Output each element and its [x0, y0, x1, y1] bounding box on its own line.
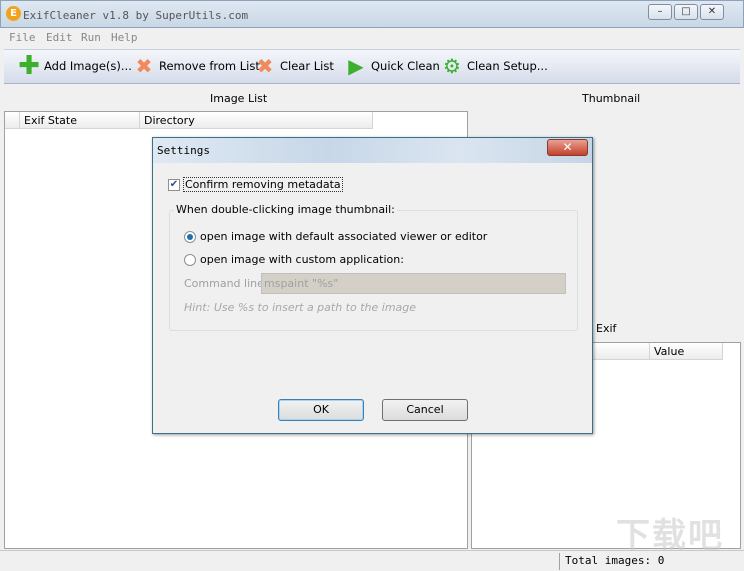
- command-line-label: Command line:: [184, 277, 268, 290]
- dialog-title: Settings: [157, 144, 210, 157]
- quick-clean-play-icon: ▶: [348, 54, 364, 78]
- radio-custom-application[interactable]: open image with custom application:: [184, 253, 404, 266]
- thumbnail-options-group: When double-clicking image thumbnail: op…: [169, 203, 578, 331]
- menu-run[interactable]: Run: [81, 31, 101, 44]
- menu-help[interactable]: Help: [111, 31, 138, 44]
- maximize-button[interactable]: □: [674, 4, 698, 20]
- add-images-button[interactable]: ✚ Add Image(s)...: [18, 51, 132, 81]
- settings-dialog: Settings ✕ ✔ Confirm removing metadata W…: [152, 137, 593, 434]
- dialog-close-button[interactable]: ✕: [547, 139, 588, 156]
- menu-edit[interactable]: Edit: [46, 31, 73, 44]
- add-plus-icon: ✚: [18, 51, 40, 81]
- cancel-button[interactable]: Cancel: [382, 399, 468, 421]
- remove-x-icon: ✖: [135, 54, 153, 78]
- quick-clean-button[interactable]: ▶ Quick Clean: [345, 55, 440, 77]
- column-header-directory[interactable]: Directory: [140, 112, 373, 129]
- exif-title: Exif: [596, 322, 617, 335]
- clear-list-button[interactable]: ✖ Clear List: [254, 55, 334, 77]
- menu-file[interactable]: File: [9, 31, 36, 44]
- total-images: Total images: 0: [565, 554, 665, 567]
- close-button[interactable]: ✕: [700, 4, 724, 20]
- minimize-button[interactable]: –: [648, 4, 672, 20]
- title-bar: E ExifCleaner v1.8 by SuperUtils.com – □…: [0, 0, 744, 28]
- confirm-removing-checkbox[interactable]: ✔ Confirm removing metadata: [168, 177, 343, 192]
- image-list-title: Image List: [210, 92, 268, 105]
- menu-bar: File Edit Run Help: [0, 28, 744, 48]
- column-header-blank[interactable]: [5, 112, 20, 129]
- app-logo-icon: E: [6, 6, 21, 21]
- command-line-input[interactable]: mspaint "%s": [261, 273, 566, 294]
- window-title: ExifCleaner v1.8 by SuperUtils.com: [23, 9, 249, 22]
- clean-setup-button[interactable]: ⚙ Clean Setup...: [441, 55, 548, 77]
- dialog-title-bar: Settings ✕: [153, 138, 592, 163]
- ok-button[interactable]: OK: [278, 399, 364, 421]
- hint-text: Hint: Use %s to insert a path to the ima…: [184, 301, 417, 314]
- radio-default-viewer[interactable]: open image with default associated viewe…: [184, 230, 487, 243]
- group-label: When double-clicking image thumbnail:: [174, 203, 397, 216]
- clean-setup-gear-icon: ⚙: [443, 54, 461, 78]
- column-header-exif-state[interactable]: Exif State: [20, 112, 140, 129]
- thumbnail-title: Thumbnail: [582, 92, 641, 105]
- radio-unselected-icon: [184, 253, 196, 266]
- column-header-value[interactable]: Value: [650, 343, 723, 360]
- clear-x-icon: ✖: [256, 54, 274, 78]
- toolbar: ✚ Add Image(s)... ✖ Remove from List ✖ Clea…: [4, 49, 740, 84]
- checkbox-checked-icon: ✔: [168, 178, 180, 191]
- remove-from-list-button[interactable]: ✖ Remove from List: [133, 55, 260, 77]
- status-bar: Total images: 0: [0, 550, 744, 571]
- radio-selected-icon: [184, 230, 196, 243]
